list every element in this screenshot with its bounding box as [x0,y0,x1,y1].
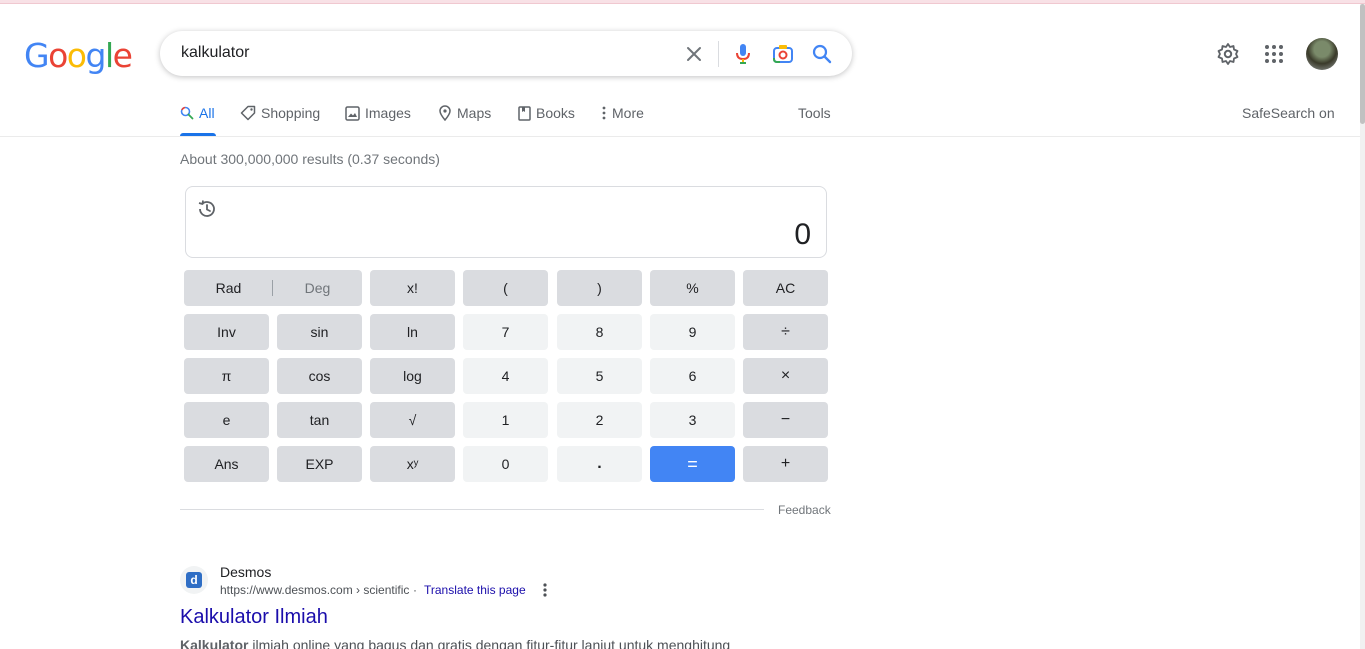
key-factorial[interactable]: x! [370,270,455,306]
rad-button[interactable]: Rad [184,270,273,306]
tab-more[interactable]: More [601,105,644,121]
key-pi[interactable]: π [184,358,269,394]
key-close-paren[interactable]: ) [557,270,642,306]
key-answer[interactable]: Ans [184,446,269,482]
account-avatar[interactable] [1306,38,1338,70]
logo-letter: g [85,36,106,75]
key-3[interactable]: 3 [650,402,735,438]
scrollbar-thumb[interactable] [1360,4,1365,124]
key-exp[interactable]: EXP [277,446,362,482]
result-stats: About 300,000,000 results (0.37 seconds) [180,151,440,167]
tab-label: Maps [457,105,492,121]
active-tab-indicator [180,133,216,136]
key-add[interactable]: + [743,446,828,482]
key-2[interactable]: 2 [557,402,642,438]
logo-letter: o [66,36,87,75]
tag-icon [240,105,256,121]
calculator-display: 0 [185,186,827,258]
key-4[interactable]: 4 [463,358,548,394]
site-favicon: d [180,566,208,594]
key-ln[interactable]: ln [370,314,455,350]
tab-label: More [612,105,644,121]
book-icon [518,105,531,121]
desmos-logo-icon: d [186,572,202,588]
key-decimal[interactable]: . [557,446,642,482]
key-cos[interactable]: cos [277,358,362,394]
key-multiply[interactable]: × [743,358,828,394]
url-separator: · [413,583,417,597]
feedback-link[interactable]: Feedback [778,503,831,517]
key-sqrt[interactable]: √ [370,402,455,438]
search-box[interactable]: kalkulator [160,31,852,76]
clear-icon[interactable] [682,42,706,66]
settings-gear-icon[interactable] [1214,40,1242,68]
image-icon [345,105,360,121]
calculator-result: 0 [794,218,811,251]
key-5[interactable]: 5 [557,358,642,394]
tab-label: All [199,105,215,121]
apps-grid-icon[interactable] [1260,40,1288,68]
tools-label: Tools [798,105,831,121]
search-icon [180,106,194,120]
tab-label: Books [536,105,575,121]
key-6[interactable]: 6 [650,358,735,394]
key-all-clear[interactable]: AC [743,270,828,306]
logo-letter: e [112,36,133,75]
map-pin-icon [439,105,451,121]
search-tabs: All Shopping Images Maps Books More Tool… [0,97,1365,137]
key-inverse[interactable]: Inv [184,314,269,350]
google-logo[interactable]: Google [24,36,133,75]
translate-page-link[interactable]: Translate this page [424,583,526,597]
history-icon[interactable] [196,198,218,220]
tab-maps[interactable]: Maps [438,105,491,121]
safesearch-label: SafeSearch on [1242,105,1335,121]
tab-label: Images [365,105,411,121]
snippet-highlight: Kalkulator [180,637,249,649]
page-scrollbar[interactable] [1360,4,1365,649]
microphone-icon[interactable] [731,42,755,66]
logo-letter: l [104,36,114,75]
camera-lens-icon[interactable] [771,42,795,66]
angle-unit-toggle[interactable]: Rad Deg [184,270,362,306]
key-e[interactable]: e [184,402,269,438]
logo-letter: G [24,36,50,75]
tab-shopping[interactable]: Shopping [240,105,320,121]
search-divider [718,41,719,67]
divider [180,509,764,510]
more-options-icon[interactable] [540,582,550,598]
key-divide[interactable]: ÷ [743,314,828,350]
tab-books[interactable]: Books [518,105,575,121]
result-url[interactable]: https://www.desmos.com › scientific [220,583,409,597]
tab-all[interactable]: All [180,105,215,121]
result-snippet: Kalkulator ilmiah online yang bagus dan … [180,637,730,649]
key-8[interactable]: 8 [557,314,642,350]
key-sin[interactable]: sin [277,314,362,350]
search-icon[interactable] [810,42,834,66]
key-7[interactable]: 7 [463,314,548,350]
key-open-paren[interactable]: ( [463,270,548,306]
key-percent[interactable]: % [650,270,735,306]
safesearch-button[interactable]: SafeSearch on [1242,105,1335,121]
deg-button[interactable]: Deg [273,270,362,306]
result-site-name[interactable]: Desmos [220,564,271,580]
key-log[interactable]: log [370,358,455,394]
logo-letter: o [48,36,68,75]
browser-top-edge [0,0,1365,4]
key-power[interactable]: xʸ [370,446,455,482]
search-input[interactable]: kalkulator [181,44,249,62]
result-title-link[interactable]: Kalkulator Ilmiah [180,606,328,629]
tab-label: Shopping [261,105,321,121]
snippet-text: ilmiah online yang bagus dan gratis deng… [248,637,731,649]
more-vert-icon [602,106,606,120]
key-tan[interactable]: tan [277,402,362,438]
tab-images[interactable]: Images [345,105,411,121]
key-subtract[interactable]: − [743,402,828,438]
key-9[interactable]: 9 [650,314,735,350]
key-0[interactable]: 0 [463,446,548,482]
key-1[interactable]: 1 [463,402,548,438]
key-equals[interactable]: = [650,446,735,482]
tools-button[interactable]: Tools [798,105,831,121]
